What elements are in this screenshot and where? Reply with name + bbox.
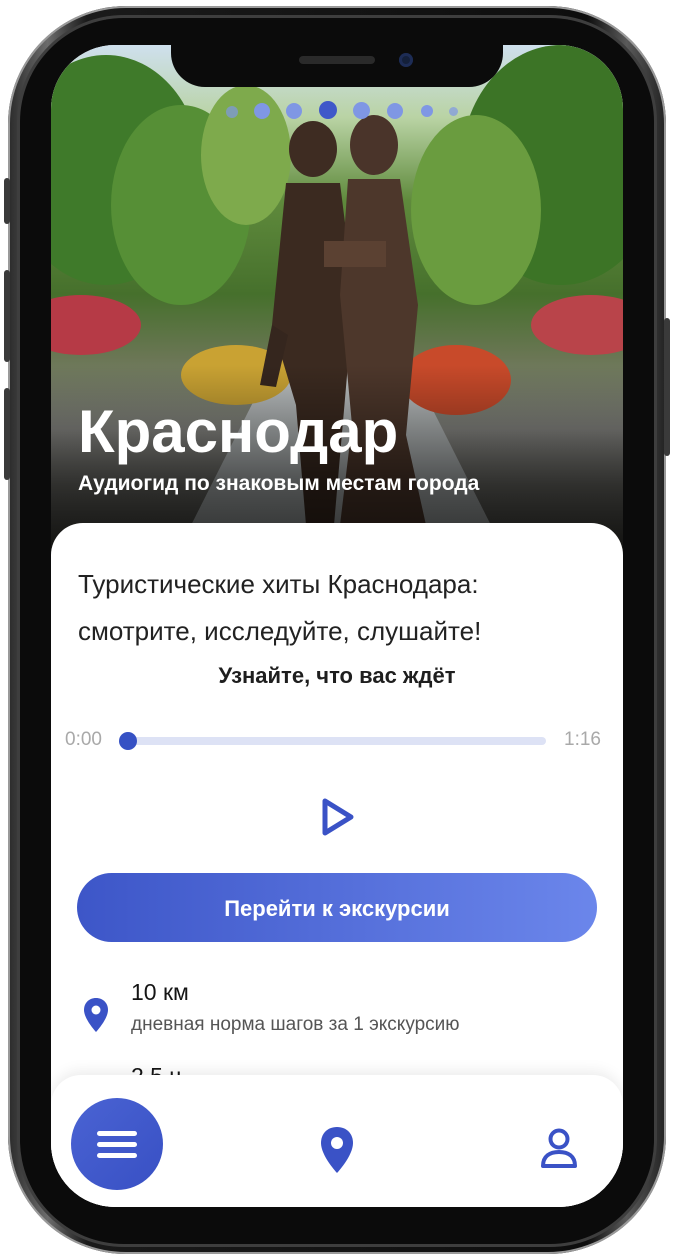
camera-icon: [399, 53, 413, 67]
stat-description: дневная норма шагов за 1 экскурсию: [131, 1014, 460, 1035]
volume-down-button: [4, 388, 10, 480]
hamburger-menu-icon-bar: [97, 1153, 137, 1158]
play-button[interactable]: [320, 797, 356, 837]
volume-up-button: [4, 270, 10, 362]
bottom-nav: [51, 1075, 623, 1207]
carousel-dots: [51, 101, 623, 123]
location-pin-icon: [84, 998, 108, 1032]
audio-progress-knob[interactable]: [119, 732, 137, 750]
menu-button[interactable]: [71, 1098, 163, 1190]
city-subtitle: Аудиогид по знаковым местам города: [78, 472, 480, 495]
hero-image: Краснодар Аудиогид по знаковым местам го…: [51, 45, 623, 565]
hamburger-menu-icon-bar: [97, 1142, 137, 1147]
carousel-dot-active[interactable]: [319, 101, 337, 119]
speaker-icon: [299, 56, 375, 64]
notch: [171, 45, 503, 87]
carousel-dot[interactable]: [226, 106, 238, 118]
carousel-dot[interactable]: [387, 103, 403, 119]
duration-time: 1:16: [564, 729, 601, 750]
profile-nav-button[interactable]: [539, 1127, 579, 1169]
carousel-dot[interactable]: [353, 102, 370, 119]
intro-text: Туристические хиты Краснодара: смотрите,…: [78, 569, 482, 646]
audio-progress-track[interactable]: [125, 737, 546, 745]
carousel-dot[interactable]: [254, 103, 270, 119]
learn-more-heading: Узнайте, что вас ждёт: [218, 663, 456, 688]
current-time: 0:00: [65, 729, 102, 750]
carousel-dot[interactable]: [449, 107, 458, 116]
start-tour-button[interactable]: Перейти к экскурсии: [77, 873, 597, 942]
play-icon: [322, 798, 354, 836]
hamburger-menu-icon: [97, 1131, 137, 1136]
city-title: Краснодар: [78, 398, 399, 465]
mute-switch: [4, 178, 10, 224]
location-pin-icon: [321, 1127, 353, 1173]
map-nav-button[interactable]: [319, 1125, 355, 1175]
stat-value: 10 км: [131, 979, 189, 1005]
power-button: [664, 318, 670, 456]
carousel-dot[interactable]: [421, 105, 433, 117]
carousel-dot[interactable]: [286, 103, 302, 119]
user-icon: [541, 1128, 577, 1168]
screen: Краснодар Аудиогид по знаковым местам го…: [51, 45, 623, 1207]
